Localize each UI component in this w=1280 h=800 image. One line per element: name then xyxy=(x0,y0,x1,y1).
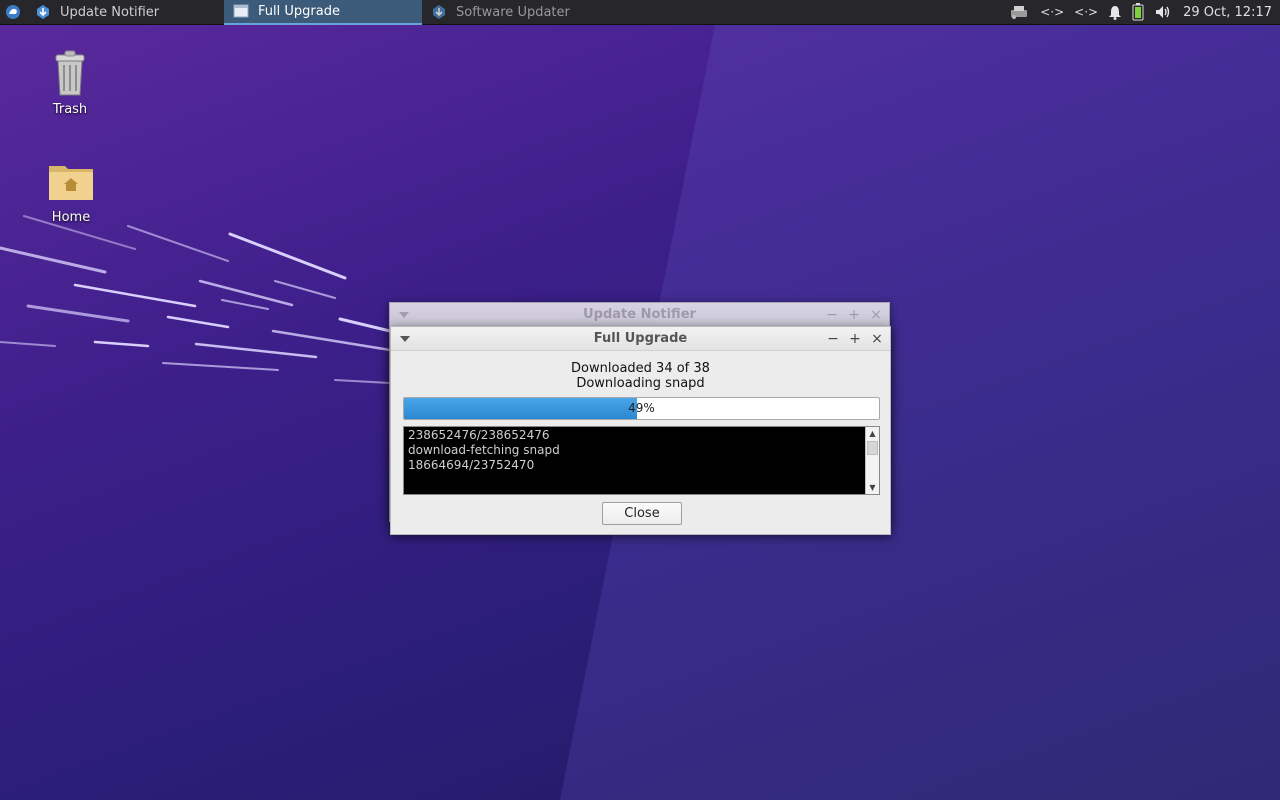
full-upgrade-window[interactable]: Full Upgrade − + × Downloaded 34 of 38 D… xyxy=(390,326,891,535)
window-title: Full Upgrade xyxy=(593,331,688,346)
whisker-menu-button[interactable] xyxy=(0,0,26,25)
status-text: Downloaded 34 of 38 Downloading snapd xyxy=(391,361,890,391)
scroll-down-icon[interactable]: ▼ xyxy=(866,481,879,494)
taskbar-label: Full Upgrade xyxy=(258,3,340,19)
network-icon[interactable]: <·> xyxy=(1035,0,1069,25)
software-updater-icon xyxy=(428,4,450,20)
desktop-icon-label: Home xyxy=(51,210,91,225)
close-button[interactable]: Close xyxy=(602,502,682,525)
top-panel: Update Notifier Full Upgrade Software Up… xyxy=(0,0,1280,25)
clock[interactable]: 29 Oct, 12:17 xyxy=(1177,5,1280,20)
full-upgrade-titlebar[interactable]: Full Upgrade − + × xyxy=(391,327,890,351)
notification-bell-icon[interactable] xyxy=(1103,0,1127,25)
system-tray: <·> <·> 29 Oct, 12:17 xyxy=(1003,0,1280,25)
download-count-label: Downloaded 34 of 38 xyxy=(571,361,710,376)
taskbar-item-update-notifier[interactable]: Update Notifier xyxy=(26,0,224,25)
home-folder-icon xyxy=(31,156,111,206)
close-icon[interactable]: × xyxy=(868,330,886,348)
battery-icon[interactable] xyxy=(1127,0,1149,25)
close-icon[interactable]: × xyxy=(867,306,885,324)
terminal-output[interactable]: 238652476/238652476 download-fetching sn… xyxy=(403,426,880,495)
scroll-up-icon[interactable]: ▲ xyxy=(866,427,879,440)
network-icon-2[interactable]: <·> xyxy=(1069,0,1103,25)
trash-icon xyxy=(30,48,110,98)
scrollbar-thumb[interactable] xyxy=(867,441,878,455)
minimize-icon[interactable]: − xyxy=(823,306,841,324)
terminal-scrollbar[interactable]: ▲ ▼ xyxy=(865,427,879,494)
terminal-line: 18664694/23752470 xyxy=(408,458,535,472)
progress-text: 49% xyxy=(628,401,655,415)
download-package-label: Downloading snapd xyxy=(576,376,705,391)
xubuntu-mouse-icon xyxy=(6,5,20,19)
update-notifier-titlebar[interactable]: Update Notifier − + × xyxy=(390,303,889,327)
desktop-icon-trash[interactable]: Trash xyxy=(30,48,110,117)
desktop-icon-home[interactable]: Home xyxy=(31,156,111,225)
taskbar-item-full-upgrade[interactable]: Full Upgrade xyxy=(224,0,422,25)
maximize-icon[interactable]: + xyxy=(846,330,864,348)
taskbar-item-software-updater[interactable]: Software Updater xyxy=(422,0,620,25)
window-icon xyxy=(230,4,252,18)
progress-bar: 49% xyxy=(403,397,880,420)
desktop-icon-label: Trash xyxy=(52,102,88,117)
update-notifier-icon xyxy=(32,4,54,20)
printer-icon[interactable] xyxy=(1003,0,1035,25)
taskbar-label: Update Notifier xyxy=(60,4,160,20)
terminal-line: download-fetching snapd xyxy=(408,443,560,457)
minimize-icon[interactable]: − xyxy=(824,330,842,348)
window-title: Update Notifier xyxy=(583,307,696,322)
volume-icon[interactable] xyxy=(1149,0,1177,25)
taskbar-label: Software Updater xyxy=(456,4,570,20)
maximize-icon[interactable]: + xyxy=(845,306,863,324)
terminal-line: 238652476/238652476 xyxy=(408,428,550,442)
